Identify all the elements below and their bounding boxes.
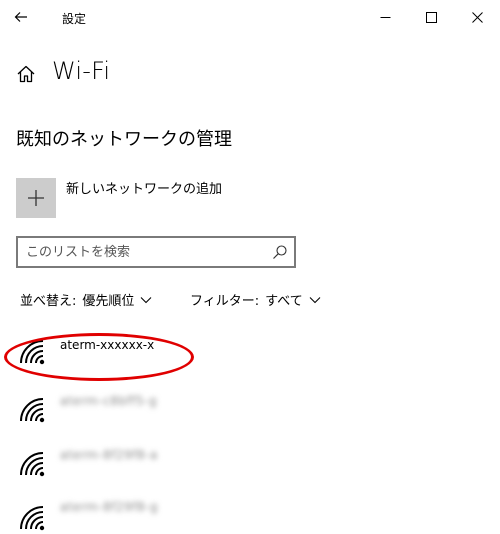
minimize-button[interactable] [362, 0, 408, 34]
wifi-icon [20, 506, 45, 531]
home-icon[interactable] [16, 64, 36, 84]
sort-value: 優先順位 [82, 294, 135, 309]
filter-value: すべて [265, 294, 303, 309]
page-title: Wi-Fi [52, 57, 111, 85]
wifi-icon [20, 452, 45, 477]
wifi-icon [20, 340, 45, 365]
section-title: 既知のネットワークの管理 [16, 129, 232, 150]
plus-icon [28, 190, 44, 206]
back-button[interactable] [9, 6, 33, 28]
network-name: aterm-8f29f8-g [60, 500, 159, 514]
sort-label: 並べ替え: [20, 294, 77, 309]
chevron-down-icon [141, 296, 152, 303]
maximize-icon [425, 11, 437, 23]
network-name: aterm-xxxxxx-x [60, 338, 155, 352]
add-network-label[interactable]: 新しいネットワークの追加 [66, 178, 222, 197]
filter-dropdown[interactable]: フィルター: すべて [190, 290, 321, 309]
window-title: 設定 [62, 12, 87, 26]
title-bar: 設定 [0, 0, 500, 34]
close-button[interactable] [454, 0, 500, 34]
search-icon[interactable] [272, 244, 288, 260]
filter-label: フィルター: [190, 294, 260, 309]
network-list-item[interactable]: aterm-c8bff5-g [0, 390, 500, 448]
maximize-button[interactable] [408, 0, 454, 34]
chevron-down-icon [309, 296, 321, 303]
network-name: aterm-8f29f8-a [60, 448, 158, 462]
network-list-item[interactable]: aterm-8f29f8-g [0, 498, 500, 534]
search-box[interactable] [16, 236, 296, 268]
wifi-icon [20, 398, 45, 423]
minimize-icon [380, 16, 390, 18]
sort-dropdown[interactable]: 並べ替え: 優先順位 [20, 290, 152, 309]
close-icon [471, 11, 483, 23]
network-name: aterm-c8bff5-g [60, 394, 158, 408]
network-list-item[interactable]: aterm-8f29f8-a [0, 444, 500, 502]
network-list-item[interactable]: aterm-xxxxxx-x [0, 332, 500, 390]
arrow-left-icon [14, 12, 27, 22]
add-network-button[interactable] [16, 178, 56, 218]
search-input[interactable] [26, 243, 256, 261]
